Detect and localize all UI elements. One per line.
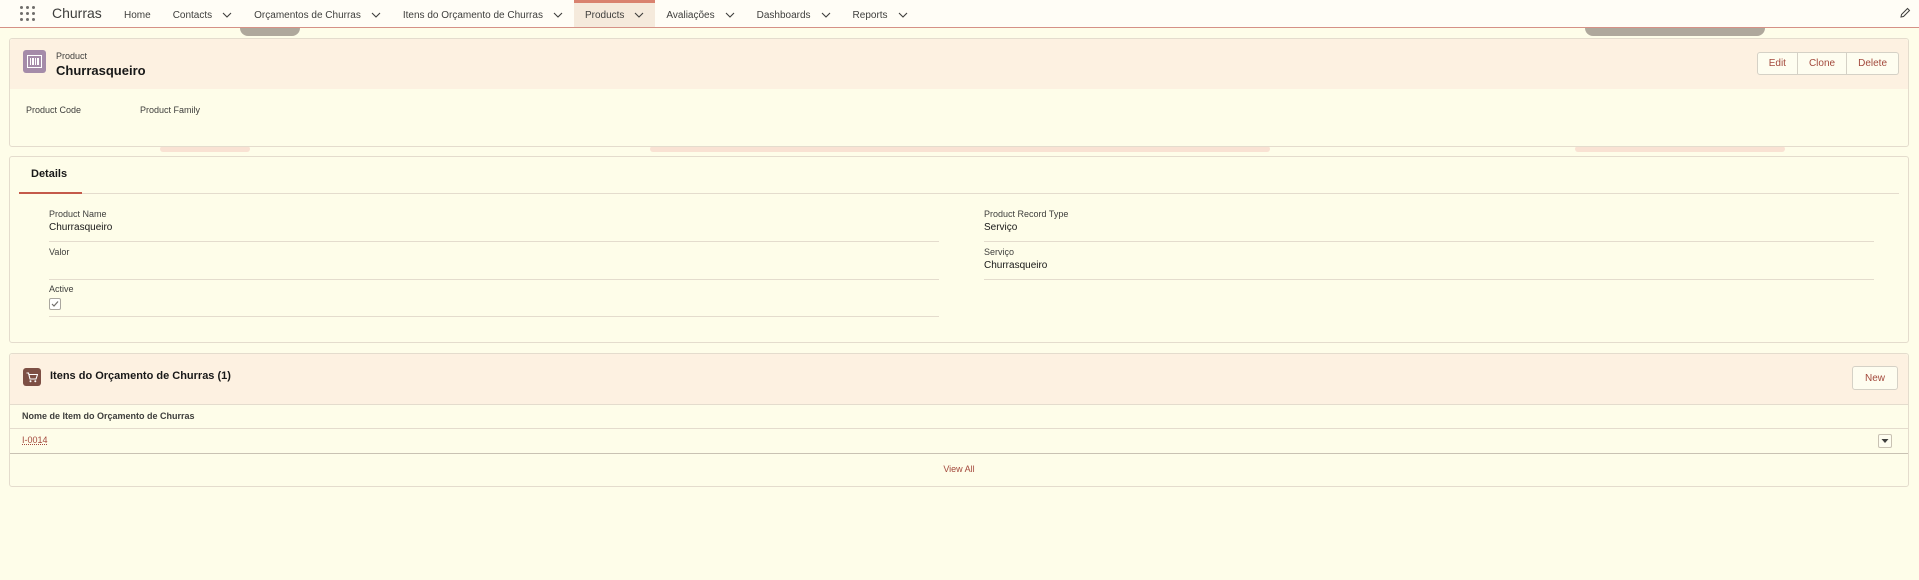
record-header-card: Product Churrasqueiro Edit Clone Delete … — [9, 38, 1909, 147]
nav-item-label: Home — [124, 9, 151, 21]
nav-item-itens-orcamento[interactable]: Itens do Orçamento de Churras — [392, 0, 574, 27]
nav-item-products[interactable]: Products — [573, 0, 656, 27]
field-label: Product Record Type — [984, 209, 1069, 219]
chevron-down-icon[interactable] — [222, 10, 232, 20]
nav-item-orcamentos[interactable]: Orçamentos de Churras — [243, 0, 392, 27]
field-servico: Serviço Churrasqueiro — [984, 247, 1874, 280]
nav-item-reports[interactable]: Reports — [842, 0, 919, 27]
field-label: Active — [49, 284, 74, 294]
checkmark-icon — [51, 301, 59, 307]
table-header: Nome de Item do Orçamento de Churras — [10, 404, 1908, 429]
field-label: Serviço — [984, 247, 1015, 257]
nav-item-label: Orçamentos de Churras — [254, 9, 361, 21]
details-card: Details Product Name Churrasqueiro Valor… — [9, 156, 1909, 343]
nav-item-label: Reports — [852, 9, 888, 21]
product-family-label: Product Family — [140, 105, 201, 115]
cart-icon — [23, 368, 41, 386]
product-icon — [23, 50, 46, 73]
nav-item-label: Products — [584, 9, 625, 21]
nav-item-home[interactable]: Home — [113, 0, 162, 27]
tab-details[interactable]: Details — [31, 168, 67, 180]
field-value: Serviço — [984, 222, 1018, 233]
field-label: Product Name — [49, 209, 107, 219]
product-code-label: Product Code — [26, 105, 82, 115]
app-name: Churras — [52, 5, 102, 21]
nav-item-label: Itens do Orçamento de Churras — [402, 9, 543, 21]
record-object-label: Product — [56, 51, 88, 61]
active-tab-indicator — [19, 192, 82, 194]
edit-button[interactable]: Edit — [1756, 52, 1798, 75]
nav-item-dashboards[interactable]: Dashboards — [746, 0, 842, 27]
related-list-card: Itens do Orçamento de Churras (1) New No… — [9, 353, 1909, 487]
clone-button[interactable]: Clone — [1797, 52, 1848, 75]
view-all-link[interactable]: View All — [10, 464, 1908, 474]
edit-nav-pencil-icon[interactable] — [1899, 7, 1911, 19]
chevron-down-icon[interactable] — [371, 10, 381, 20]
chevron-down-icon[interactable] — [553, 10, 563, 20]
table-row: I-0014 — [10, 429, 1908, 454]
nav-item-contacts[interactable]: Contacts — [162, 0, 243, 27]
record-header: Product Churrasqueiro Edit Clone Delete — [10, 39, 1908, 89]
row-link[interactable]: I-0014 — [22, 435, 48, 445]
record-actions: Edit Clone Delete — [1756, 52, 1899, 75]
app-launcher-icon[interactable] — [20, 6, 36, 22]
nav-item-label: Dashboards — [756, 9, 811, 21]
field-active: Active — [49, 284, 939, 317]
record-title: Churrasqueiro — [56, 63, 146, 78]
chevron-down-icon[interactable] — [634, 10, 644, 20]
related-list-header: Itens do Orçamento de Churras (1) New — [10, 354, 1908, 405]
field-value: Churrasqueiro — [49, 222, 113, 233]
field-label: Valor — [49, 247, 70, 257]
column-header[interactable]: Nome de Item do Orçamento de Churras — [22, 411, 195, 421]
global-nav-bar: Churras Home Contacts Orçamentos de Chur… — [0, 0, 1919, 28]
active-checkbox — [49, 298, 61, 310]
field-value: Churrasqueiro — [984, 260, 1048, 271]
row-actions-dropdown[interactable] — [1878, 434, 1892, 448]
field-product-record-type: Product Record Type Serviço — [984, 209, 1874, 242]
field-valor: Valor — [49, 247, 939, 280]
nav-item-avaliacoes[interactable]: Avaliações — [655, 0, 745, 27]
delete-button[interactable]: Delete — [1847, 52, 1899, 75]
field-product-name: Product Name Churrasqueiro — [49, 209, 939, 242]
nav-item-label: Avaliações — [666, 9, 715, 21]
chevron-down-icon[interactable] — [821, 10, 831, 20]
background-decoration — [240, 28, 300, 36]
related-list-title[interactable]: Itens do Orçamento de Churras (1) — [50, 370, 231, 382]
chevron-down-icon[interactable] — [725, 10, 735, 20]
barcode-icon — [27, 55, 42, 68]
nav-item-label: Contacts — [172, 9, 213, 21]
tab-bar: Details — [19, 157, 1899, 194]
caret-down-icon — [1881, 439, 1889, 443]
new-button[interactable]: New — [1851, 366, 1898, 390]
background-decoration — [1585, 28, 1765, 36]
nav-items: Home Contacts Orçamentos de Churras Iten… — [113, 0, 919, 28]
chevron-down-icon[interactable] — [898, 10, 908, 20]
